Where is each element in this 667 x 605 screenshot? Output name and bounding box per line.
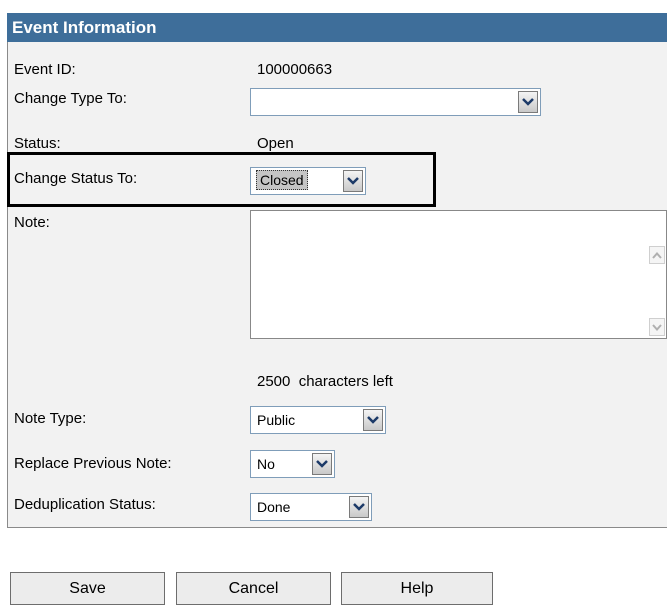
scroll-down-icon[interactable] (649, 318, 665, 336)
replace-previous-note-select[interactable]: No (250, 450, 335, 478)
deduplication-status-select[interactable]: Done (250, 493, 372, 521)
replace-previous-note-value: No (257, 456, 275, 472)
note-textarea[interactable] (250, 210, 667, 339)
deduplication-status-label: Deduplication Status: (14, 496, 156, 513)
characters-left: 2500 characters left (257, 373, 393, 390)
deduplication-status-value: Done (257, 499, 291, 515)
chevron-down-icon[interactable] (363, 409, 383, 431)
note-type-label: Note Type: (14, 410, 87, 427)
change-status-label: Change Status To: (14, 170, 138, 187)
status-label: Status: (14, 135, 61, 152)
chevron-down-icon[interactable] (349, 496, 369, 518)
change-type-select[interactable] (250, 88, 541, 116)
chevron-down-icon[interactable] (343, 170, 363, 192)
note-scrollbar[interactable] (648, 211, 666, 338)
panel-title: Event Information (7, 13, 667, 42)
replace-previous-note-label: Replace Previous Note: (14, 455, 172, 472)
scroll-up-icon[interactable] (649, 246, 665, 264)
save-button[interactable]: Save (10, 572, 165, 605)
note-type-select[interactable]: Public (250, 406, 386, 434)
note-label: Note: (14, 214, 50, 231)
change-status-select[interactable]: Closed (250, 167, 366, 195)
chevron-down-icon[interactable] (518, 91, 538, 113)
event-id-value: 100000663 (257, 61, 333, 78)
help-button[interactable]: Help (341, 572, 493, 605)
event-id-label: Event ID: (14, 61, 76, 78)
chevron-down-icon[interactable] (312, 453, 332, 475)
cancel-button[interactable]: Cancel (176, 572, 331, 605)
change-status-value: Closed (256, 170, 308, 190)
status-value: Open (257, 135, 294, 152)
note-type-value: Public (257, 412, 296, 428)
change-type-label: Change Type To: (14, 90, 127, 107)
